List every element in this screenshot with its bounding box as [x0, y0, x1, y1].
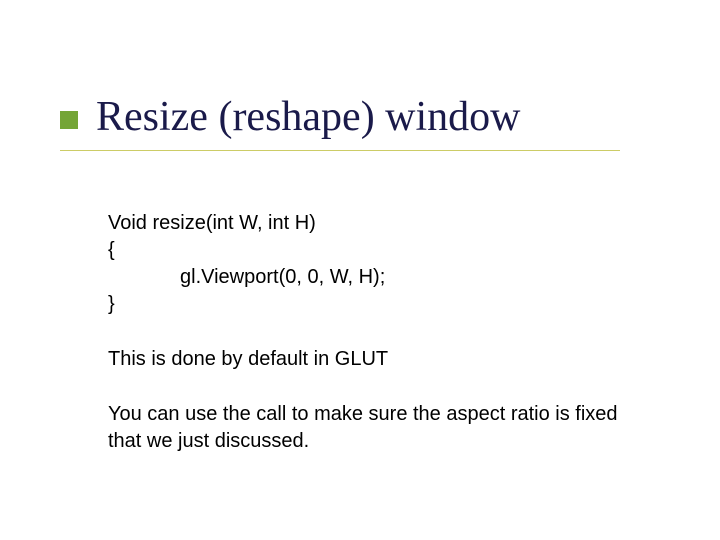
code-block: Void resize(int W, int H) { gl.Viewport(… — [108, 210, 628, 318]
code-line-2: { — [108, 237, 628, 264]
paragraph-2: You can use the call to make sure the as… — [108, 401, 628, 455]
slide: Resize (reshape) window Void resize(int … — [0, 0, 720, 540]
title-underline — [60, 150, 620, 151]
code-line-3: gl.Viewport(0, 0, W, H); — [108, 264, 628, 291]
paragraph-1: This is done by default in GLUT — [108, 346, 628, 373]
slide-title: Resize (reshape) window — [96, 95, 521, 139]
slide-title-wrap: Resize (reshape) window — [60, 95, 521, 139]
code-line-1: Void resize(int W, int H) — [108, 210, 628, 237]
title-bullet-icon — [60, 111, 78, 129]
code-line-4: } — [108, 291, 628, 318]
slide-body: Void resize(int W, int H) { gl.Viewport(… — [108, 210, 628, 455]
